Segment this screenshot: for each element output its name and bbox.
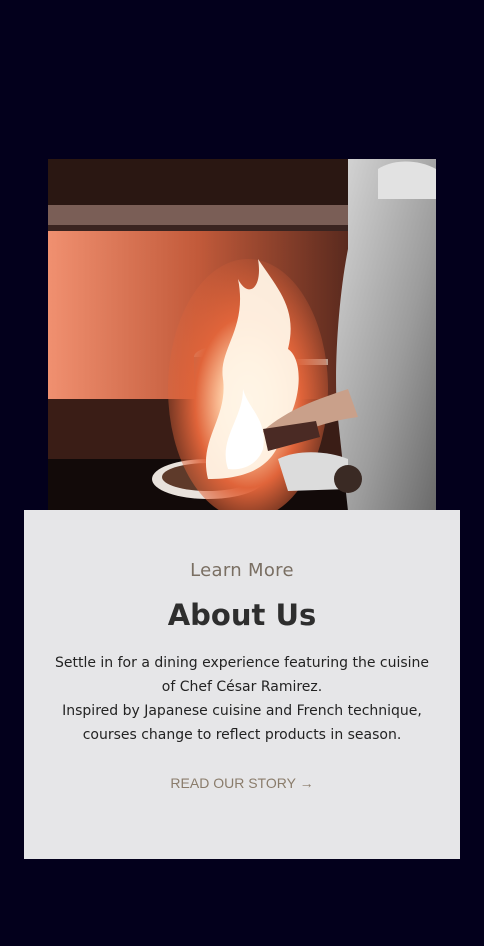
description-paragraph-1: Settle in for a dining experience featur…	[54, 655, 430, 695]
read-our-story-link[interactable]: READ OUR STORY →	[24, 775, 460, 791]
chef-flame-image	[48, 159, 436, 511]
eyebrow-label: Learn More	[190, 560, 294, 581]
description-paragraph-2: Inspired by Japanese cuisine and French …	[62, 703, 422, 743]
section-title: About Us	[167, 598, 317, 632]
about-description: Settle in for a dining experience featur…	[52, 651, 432, 747]
hero-photo	[48, 159, 436, 511]
about-card: Learn More About Us Settle in for a dini…	[24, 510, 460, 859]
